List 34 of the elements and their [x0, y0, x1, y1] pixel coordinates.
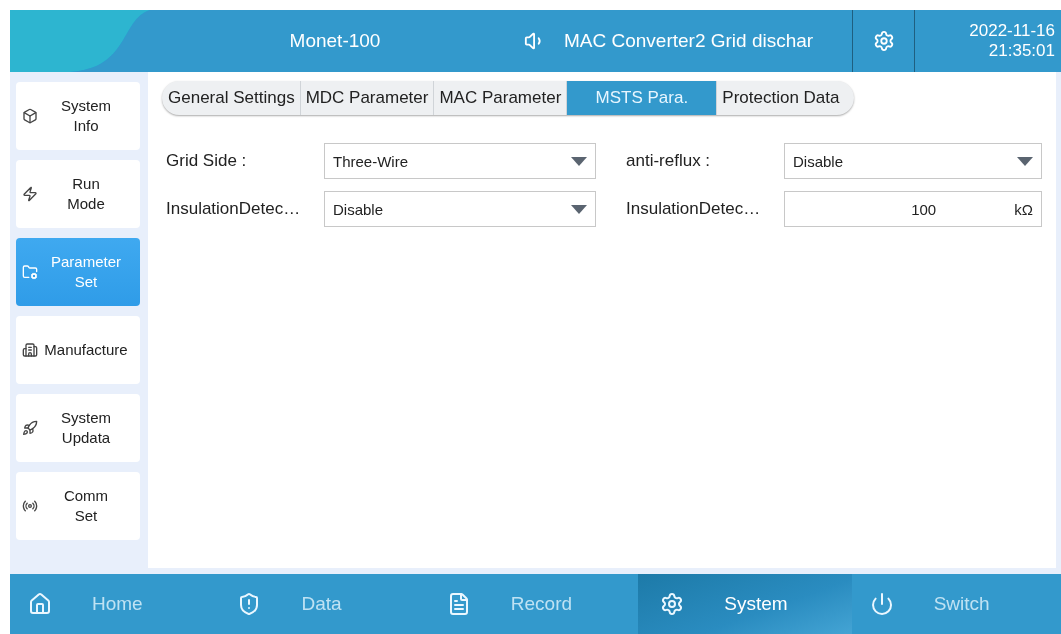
date-time: 2022-11-16 21:35:01: [968, 21, 1056, 61]
building-icon: [22, 342, 38, 358]
gear-icon: [660, 592, 685, 616]
tab[interactable]: Protection Data: [716, 81, 854, 115]
field-label: InsulationDetec…: [166, 199, 302, 219]
rocket-icon: [22, 420, 38, 436]
sidebar-item[interactable]: Run Mode: [16, 160, 140, 228]
sidebar-item[interactable]: System Info: [16, 82, 140, 150]
folder-gear-icon: [22, 264, 38, 280]
power-icon: [869, 592, 894, 616]
sidebar-item[interactable]: Manufacture: [16, 316, 140, 384]
caret-icon: [571, 156, 587, 166]
lightning-icon: [22, 186, 38, 202]
alarm-message: MAC Converter2 Grid dischar: [564, 30, 814, 52]
tab[interactable]: General Settings: [162, 81, 300, 115]
caret-icon: [571, 204, 587, 214]
sidebar-item[interactable]: Comm Set: [16, 472, 140, 540]
settings-icon: [872, 30, 895, 52]
input-field[interactable]: 100 kΩ: [784, 191, 1042, 227]
dropdown-field[interactable]: Three-Wire: [324, 143, 596, 179]
tab[interactable]: MDC Parameter: [299, 81, 434, 115]
sidebar-item[interactable]: System Updata: [16, 394, 140, 462]
field-label: Grid Side :: [166, 151, 248, 171]
device-title: Monet-100: [288, 29, 382, 53]
signal-icon: [22, 498, 38, 514]
dropdown-field[interactable]: Disable: [324, 191, 596, 227]
caret-icon: [1017, 156, 1033, 166]
dropdown-field[interactable]: Disable: [784, 143, 1042, 179]
cube-icon: [22, 108, 38, 124]
unit-label: kΩ: [1014, 200, 1033, 218]
field-label: anti-reflux :: [626, 151, 712, 171]
field-label: InsulationDetec…: [626, 199, 762, 219]
nav-tab[interactable]: System: [638, 574, 852, 634]
home-icon: [28, 592, 52, 616]
